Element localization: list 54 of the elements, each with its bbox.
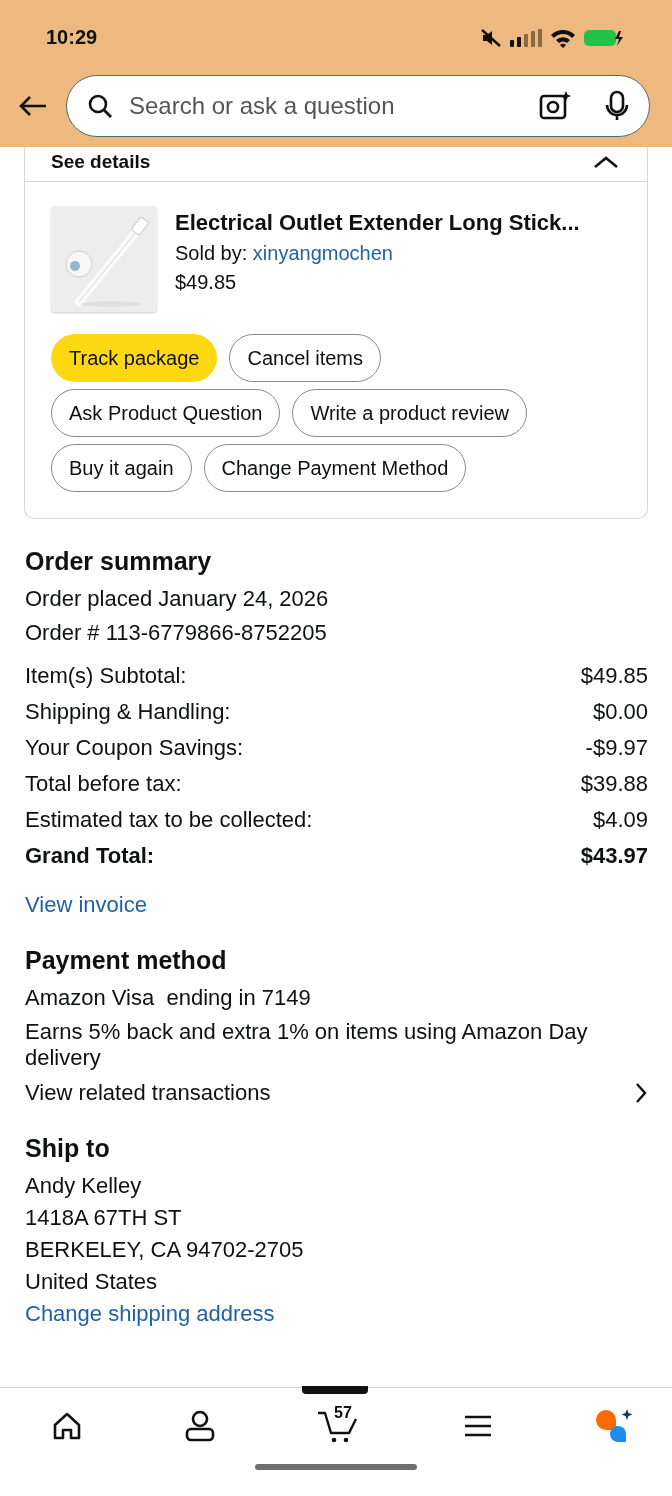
- clock-time: 10:29: [46, 26, 98, 49]
- mute-icon: [480, 27, 502, 48]
- menu-icon[interactable]: [463, 1414, 492, 1438]
- section-heading: Order summary: [25, 547, 213, 576]
- section-heading: Ship to: [25, 1133, 111, 1163]
- summary-amount: $43.97: [580, 843, 648, 869]
- order-number: Order # 113-6779866-8752205: [25, 620, 328, 646]
- address-line: United States: [25, 1268, 159, 1295]
- summary-amount: $49.85: [580, 663, 648, 689]
- summary-label: Estimated tax to be collected:: [25, 807, 313, 833]
- profile-icon[interactable]: [184, 1410, 215, 1442]
- summary-label: Your Coupon Savings:: [25, 735, 244, 761]
- summary-label: Total before tax:: [25, 771, 182, 797]
- product-title[interactable]: Electrical Outlet Extender Long Stick...: [175, 210, 580, 236]
- view-invoice-link[interactable]: View invoice: [25, 892, 147, 918]
- camera-icon[interactable]: [539, 90, 571, 122]
- signal-icon: [510, 28, 542, 47]
- action-button[interactable]: Cancel items: [229, 334, 382, 382]
- action-button[interactable]: Change Payment Method: [203, 444, 467, 492]
- change-address-link[interactable]: Change shipping address: [25, 1300, 275, 1327]
- action-button[interactable]: Ask Product Question: [51, 389, 281, 437]
- summary-label: Item(s) Subtotal:: [25, 663, 187, 689]
- action-button[interactable]: Write a product review: [292, 389, 528, 437]
- battery-icon: [584, 27, 624, 48]
- chat-assistant-icon[interactable]: [594, 1408, 634, 1444]
- home-icon[interactable]: [52, 1411, 82, 1441]
- see-details-link[interactable]: See details: [51, 151, 151, 173]
- search-bar[interactable]: Search or ask a question: [66, 75, 650, 137]
- related-transactions-row[interactable]: View related transactions: [25, 1079, 648, 1106]
- sold-by-label: Sold by:: [175, 242, 248, 264]
- summary-amount: $39.88: [580, 771, 648, 797]
- order-date: Order placed January 24, 2026: [25, 586, 330, 612]
- summary-label: Shipping & Handling:: [25, 699, 231, 725]
- chevron-up-icon[interactable]: [593, 155, 619, 169]
- section-heading: Payment method: [25, 946, 228, 975]
- summary-label: Grand Total:: [25, 843, 155, 869]
- seller-link[interactable]: xinyangmochen: [252, 242, 393, 264]
- payment-note: Earns 5% back and extra 1% on items using Amazon Day delivery: [25, 1019, 589, 1072]
- action-button[interactable]: Buy it again: [51, 444, 192, 492]
- chevron-right-icon: [634, 1081, 648, 1104]
- back-arrow-icon[interactable]: [18, 94, 48, 118]
- address-line: 1418A 67TH ST: [25, 1204, 183, 1231]
- tab-indicator: [302, 1386, 368, 1394]
- address-line: Andy Kelley: [25, 1172, 143, 1199]
- wifi-icon: [550, 27, 576, 48]
- microphone-icon[interactable]: [605, 90, 629, 122]
- item-price: $49.85: [175, 271, 238, 294]
- summary-amount: $0.00: [592, 699, 648, 725]
- payment-method-text: Amazon Visa ending in 7149: [25, 985, 312, 1011]
- summary-amount: -$9.97: [585, 735, 648, 761]
- summary-amount: $4.09: [592, 807, 648, 833]
- search-icon: [87, 93, 113, 119]
- address-line: BERKELEY, CA 94702-2705: [25, 1236, 305, 1263]
- action-button[interactable]: Track package: [51, 334, 218, 382]
